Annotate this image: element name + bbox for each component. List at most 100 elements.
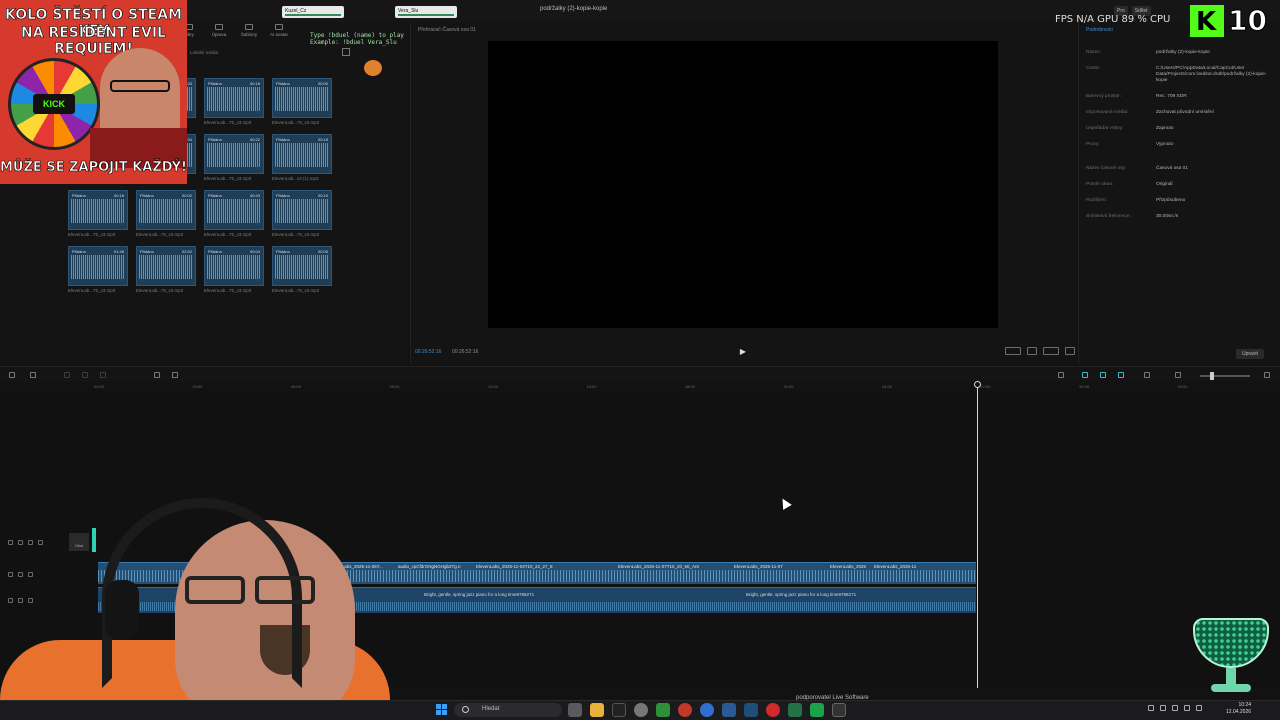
marker-icon[interactable]: [172, 372, 178, 378]
split-icon[interactable]: [100, 372, 106, 378]
track-controls-video: [8, 540, 43, 545]
zoom-out-icon[interactable]: [1175, 372, 1181, 378]
obs-icon[interactable]: [678, 703, 692, 717]
tiktok-icon[interactable]: [612, 703, 626, 717]
start-icon[interactable]: [436, 704, 447, 715]
video-preview[interactable]: [488, 41, 998, 328]
battery-icon[interactable]: [1196, 705, 1202, 711]
fullscreen-icon[interactable]: [1065, 347, 1075, 355]
file-explorer-icon[interactable]: [590, 703, 604, 717]
tab-templates[interactable]: Šablony: [240, 24, 258, 37]
chrome-icon[interactable]: [700, 703, 714, 717]
volume-icon[interactable]: [1184, 705, 1190, 711]
snap-icon[interactable]: [1118, 372, 1124, 378]
media-card-name: ElevenLab...75_v3.mp3: [204, 176, 252, 181]
taskbar-search[interactable]: Hledat: [454, 703, 562, 717]
lock-icon[interactable]: [8, 598, 13, 603]
ratio-icon[interactable]: [1043, 347, 1059, 355]
media-card[interactable]: Přidáno 00:10 ElevenLab...75_v3.mp3: [272, 190, 332, 238]
play-button[interactable]: ▶: [738, 347, 748, 357]
media-card[interactable]: Přidáno 02:52 ElevenLab...75_v3.mp3: [136, 246, 196, 294]
media-player-icon[interactable]: [810, 703, 824, 717]
zoom-in-icon[interactable]: [1264, 372, 1270, 378]
media-card[interactable]: Přidáno 00:22 ElevenLab...75_v3.mp3: [204, 134, 264, 182]
media-card-name: ElevenLab...75_v3.mp3: [272, 232, 320, 237]
audio-thumbnail: Přidáno 00:10: [272, 190, 332, 230]
mic-icon[interactable]: [1058, 372, 1064, 378]
media-card-tag: Přidáno: [276, 193, 290, 198]
visibility-icon[interactable]: [18, 540, 23, 545]
import-icon[interactable]: [342, 48, 350, 56]
taskbar-apps: [568, 703, 846, 717]
timeline-ruler[interactable]: 00:00 03:00 06:00 09:00 12:00 15:00 18:00 21:00…: [0, 382, 1280, 392]
fortune-wheel: KICK: [8, 58, 100, 150]
select-tool-icon[interactable]: [30, 372, 36, 378]
media-card-tag: Přidáno: [140, 193, 154, 198]
tab-adjust[interactable]: Úprava: [210, 24, 228, 37]
viewer-flag-right: Vera_Slu: [395, 6, 457, 18]
details-value: Zachovat původní umístění: [1156, 110, 1214, 115]
playhead-handle[interactable]: [974, 381, 981, 388]
zoom-slider-handle[interactable]: [1210, 372, 1214, 380]
media-card-name: ElevenLab...75_v3.mp3: [136, 232, 184, 237]
link-clips-icon[interactable]: [1082, 372, 1088, 378]
clip-label: ElevenLabs_2025: [830, 564, 867, 569]
media-card-duration: 00:04: [249, 249, 260, 254]
media-card[interactable]: Přidáno 00:18 ElevenLab...75_v3.mp3: [204, 78, 264, 126]
media-card[interactable]: Přidáno 00:18 ElevenLab...v3 (1).mp3: [272, 134, 332, 182]
mute-icon[interactable]: [28, 572, 33, 577]
steam-icon[interactable]: [744, 703, 758, 717]
media-card[interactable]: Přidáno 00:43 ElevenLab...75_v3.mp3: [204, 190, 264, 238]
redo-icon[interactable]: [82, 372, 88, 378]
total-timecode: 00:26:52:16: [452, 349, 479, 355]
taskbar-clock[interactable]: 10:24 12.04.2026: [1226, 702, 1251, 716]
kick-letter: K: [1196, 7, 1217, 37]
opera-icon[interactable]: [766, 703, 780, 717]
fit-icon[interactable]: [1144, 372, 1150, 378]
media-card[interactable]: Přidáno 00:05 ElevenLab...75_v3.mp3: [272, 246, 332, 294]
preview-axis-icon[interactable]: [1100, 372, 1106, 378]
ruler-tick-label: 15:00: [586, 384, 597, 389]
more-icon[interactable]: [38, 540, 43, 545]
chatgpt-icon[interactable]: [634, 703, 648, 717]
network-icon[interactable]: [1172, 705, 1178, 711]
media-card-name: ElevenLab...75_v3.mp3: [272, 120, 320, 125]
ruler-tick-label: 21:00: [783, 384, 794, 389]
media-card[interactable]: Přidáno 00:00 ElevenLab...75_v3.mp3: [272, 78, 332, 126]
tab-ai-avatar[interactable]: AI avatar: [270, 24, 288, 37]
ruler-tick-label: 03:00: [192, 384, 203, 389]
word-icon[interactable]: [722, 703, 736, 717]
language-icon[interactable]: [1160, 705, 1166, 711]
visibility-icon[interactable]: [18, 598, 23, 603]
excel-icon[interactable]: [788, 703, 802, 717]
add-track-icon[interactable]: [9, 372, 15, 378]
lock-icon[interactable]: [8, 572, 13, 577]
music-clip-label: Bright, gentle, spring jazz piano for a …: [424, 592, 535, 597]
media-card[interactable]: Přidáno 00:18 ElevenLab...75_v3.mp3: [68, 190, 128, 238]
media-card[interactable]: Přidáno 00:02 ElevenLab...75_v3.mp3: [136, 190, 196, 238]
xbox-icon[interactable]: [656, 703, 670, 717]
zoom-slider[interactable]: [1200, 372, 1250, 380]
delete-icon[interactable]: [154, 372, 160, 378]
current-timecode: 00:26:52:16: [415, 349, 442, 355]
media-card[interactable]: Přidáno 00:04 ElevenLab...75_v3.mp3: [204, 246, 264, 294]
tray-chevron-icon[interactable]: [1148, 705, 1154, 711]
task-view-icon[interactable]: [568, 703, 582, 717]
viewer-flag-left: Kuzel_Cz: [282, 6, 344, 18]
quality-icon[interactable]: [1005, 347, 1021, 355]
lock-icon[interactable]: [8, 540, 13, 545]
performance-overlay: FPS N/A GPU 89 % CPU: [1055, 14, 1171, 25]
capcut-icon[interactable]: [832, 703, 846, 717]
mute-icon[interactable]: [28, 540, 33, 545]
snapshot-icon[interactable]: [1027, 347, 1037, 355]
streamer-photo: [90, 48, 187, 168]
details-value: C:/Users/PC/AppData/Local/CapCut/User Da…: [1156, 66, 1267, 83]
ruler-tick-label: 06:00: [291, 384, 302, 389]
playhead[interactable]: [977, 382, 978, 688]
mute-icon[interactable]: [28, 598, 33, 603]
visibility-icon[interactable]: [18, 572, 23, 577]
edit-details-button[interactable]: Upravit: [1236, 349, 1264, 359]
track-controls-audio2: [8, 598, 33, 603]
undo-icon[interactable]: [64, 372, 70, 378]
media-card[interactable]: Přidáno 01:48 ElevenLab...75_v3.mp3: [68, 246, 128, 294]
